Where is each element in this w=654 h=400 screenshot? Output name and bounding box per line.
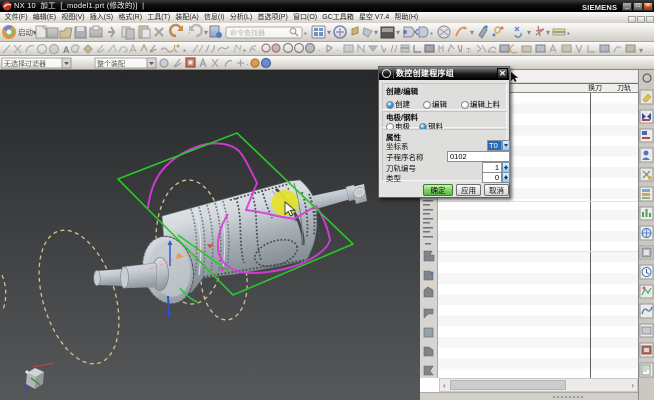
svg-text:▪: ▪ [183,46,186,55]
svg-text:整个装配: 整个装配 [97,59,125,68]
svg-text:启动▾: 启动▾ [18,27,37,37]
svg-text:·: · [318,46,321,55]
svg-text:▾: ▾ [470,28,474,37]
svg-text:▾: ▾ [396,28,400,37]
svg-text:▾: ▾ [546,28,550,37]
svg-text:▾: ▾ [327,28,331,37]
svg-text:无选择过滤器: 无选择过滤器 [4,59,46,68]
svg-text:命令查找器: 命令查找器 [230,28,265,37]
svg-text:·: · [246,60,249,69]
svg-text:▾: ▾ [639,46,643,55]
svg-text:▪: ▪ [243,46,246,55]
svg-text:▾: ▾ [204,28,208,37]
svg-text:▪: ▪ [430,29,433,38]
svg-text:▾: ▾ [374,28,378,37]
svg-text:T:: T: [466,46,472,55]
svg-text:A: A [63,45,70,55]
svg-text:▾: ▾ [527,28,531,37]
svg-text:▪: ▪ [567,29,570,38]
svg-text:·: · [336,46,339,55]
svg-text:▪: ▪ [304,29,307,38]
